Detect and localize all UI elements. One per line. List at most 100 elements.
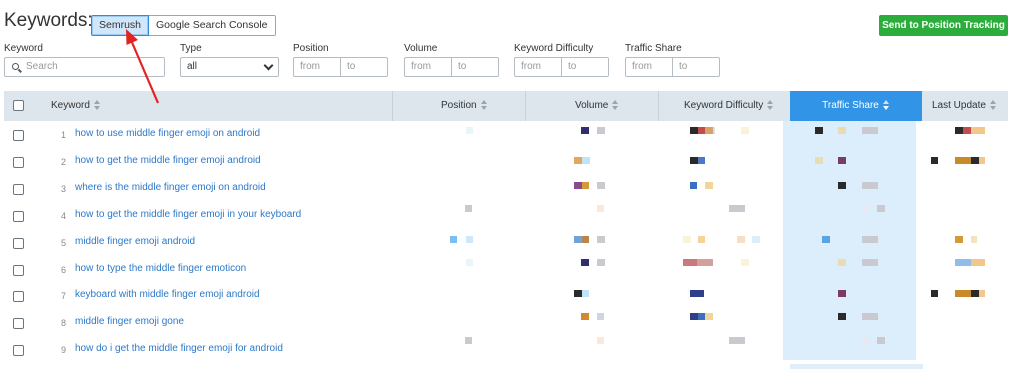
redacted-metric [466, 236, 473, 243]
redacted-metric [838, 290, 846, 297]
difficulty-from-field[interactable]: from [515, 58, 561, 76]
sort-icon [93, 100, 101, 111]
row-checkbox[interactable] [13, 183, 24, 195]
table-row: 4 how to get the middle finger emoji in y… [4, 203, 1008, 230]
gsc-source-button[interactable]: Google Search Console [149, 15, 276, 36]
sort-icon [989, 100, 997, 111]
traffic-share-column-footer [790, 364, 923, 369]
redacted-metric [737, 236, 745, 243]
column-header-position[interactable]: Position [441, 91, 488, 121]
redacted-metric [690, 127, 698, 134]
redacted-metric [979, 290, 985, 297]
row-checkbox[interactable] [13, 264, 24, 276]
redacted-metric [971, 259, 985, 266]
traffic-share-from-field[interactable]: from [626, 58, 672, 76]
semrush-source-button[interactable]: Semrush [91, 15, 150, 36]
keyword-link[interactable]: how to get the middle finger emoji in yo… [75, 209, 301, 220]
row-checkbox[interactable] [13, 291, 24, 303]
redacted-metric [597, 236, 605, 243]
redacted-metric [971, 290, 979, 297]
redacted-metric [877, 205, 885, 212]
redacted-metric [574, 290, 582, 297]
redacted-metric [979, 157, 985, 164]
keyword-link[interactable]: how to get the middle finger emoji andro… [75, 155, 261, 166]
difficulty-range-input[interactable]: from to [514, 57, 609, 77]
redacted-metric [582, 290, 589, 297]
type-select[interactable]: all [180, 57, 279, 77]
column-header-keyword-difficulty[interactable]: Keyword Difficulty [684, 91, 774, 121]
difficulty-to-field[interactable]: to [561, 58, 608, 76]
position-filter-label: Position [293, 43, 329, 54]
row-number: 8 [60, 318, 66, 329]
redacted-metric [862, 337, 870, 344]
redacted-metric [597, 337, 604, 344]
column-header-last-update[interactable]: Last Update [932, 91, 997, 121]
traffic-share-range-input[interactable]: from to [625, 57, 720, 77]
redacted-metric [862, 236, 878, 243]
redacted-metric [862, 127, 878, 134]
row-checkbox[interactable] [13, 237, 24, 249]
redacted-metric [690, 290, 704, 297]
keyword-link[interactable]: how to type the middle finger emoticon [75, 263, 246, 274]
data-source-toggle: Semrush Google Search Console [91, 15, 276, 36]
position-to-field[interactable]: to [340, 58, 387, 76]
page-title: Keywords: [4, 10, 93, 31]
redacted-metric [690, 313, 698, 320]
row-number: 5 [60, 237, 66, 248]
redacted-metric [931, 290, 938, 297]
keyword-link[interactable]: how to use middle finger emoji on androi… [75, 128, 260, 139]
traffic-share-filter-label: Traffic Share [625, 43, 682, 54]
type-filter-label: Type [180, 43, 202, 54]
row-checkbox[interactable] [13, 130, 24, 141]
row-checkbox[interactable] [13, 156, 24, 168]
keyword-link[interactable]: where is the middle finger emoji on andr… [75, 182, 266, 193]
redacted-metric [574, 236, 582, 243]
redacted-metric [955, 259, 971, 266]
traffic-share-to-field[interactable]: to [672, 58, 719, 76]
keyword-search-input[interactable]: Search [4, 57, 165, 77]
redacted-metric [741, 127, 749, 134]
row-number: 4 [60, 210, 66, 221]
row-number: 1 [60, 130, 66, 140]
redacted-metric [752, 236, 760, 243]
position-range-input[interactable]: from to [293, 57, 388, 77]
position-from-field[interactable]: from [294, 58, 340, 76]
keyword-link[interactable]: keyboard with middle finger emoji androi… [75, 289, 260, 300]
volume-range-input[interactable]: from to [404, 57, 499, 77]
redacted-metric [822, 236, 830, 243]
redacted-metric [698, 157, 705, 164]
redacted-metric [582, 157, 590, 164]
table-row: 8 middle finger emoji gone [4, 310, 1008, 337]
table-header: Keyword Position Volume Keyword Difficul… [4, 91, 1008, 121]
redacted-metric [713, 127, 715, 134]
keyword-link[interactable]: middle finger emoji android [75, 236, 195, 247]
redacted-metric [581, 313, 589, 320]
column-header-traffic-share[interactable]: Traffic Share [790, 91, 922, 121]
redacted-metric [450, 236, 457, 243]
redacted-metric [698, 313, 705, 320]
redacted-metric [466, 127, 473, 134]
select-all-checkbox[interactable] [13, 100, 24, 111]
send-to-position-tracking-button[interactable]: Send to Position Tracking [879, 15, 1008, 36]
table-row: 7 keyboard with middle finger emoji andro… [4, 283, 1008, 310]
column-header-keyword[interactable]: Keyword [51, 91, 101, 121]
row-number: 7 [60, 291, 66, 302]
volume-to-field[interactable]: to [451, 58, 498, 76]
table-row: 5 middle finger emoji android [4, 230, 1008, 257]
row-checkbox[interactable] [13, 318, 24, 330]
redacted-metric [838, 127, 846, 134]
redacted-metric [683, 236, 691, 243]
keyword-link[interactable]: middle finger emoji gone [75, 316, 184, 327]
row-checkbox[interactable] [13, 345, 24, 357]
row-number: 6 [60, 264, 66, 275]
volume-filter-label: Volume [404, 43, 438, 54]
volume-from-field[interactable]: from [405, 58, 451, 76]
row-checkbox[interactable] [13, 210, 24, 222]
redacted-metric [862, 182, 878, 189]
redacted-metric [597, 127, 605, 134]
keyword-link[interactable]: how do i get the middle finger emoji for… [75, 343, 283, 354]
redacted-metric [597, 259, 605, 266]
column-header-volume[interactable]: Volume [575, 91, 619, 121]
redacted-metric [838, 157, 846, 164]
redacted-metric [574, 157, 582, 164]
